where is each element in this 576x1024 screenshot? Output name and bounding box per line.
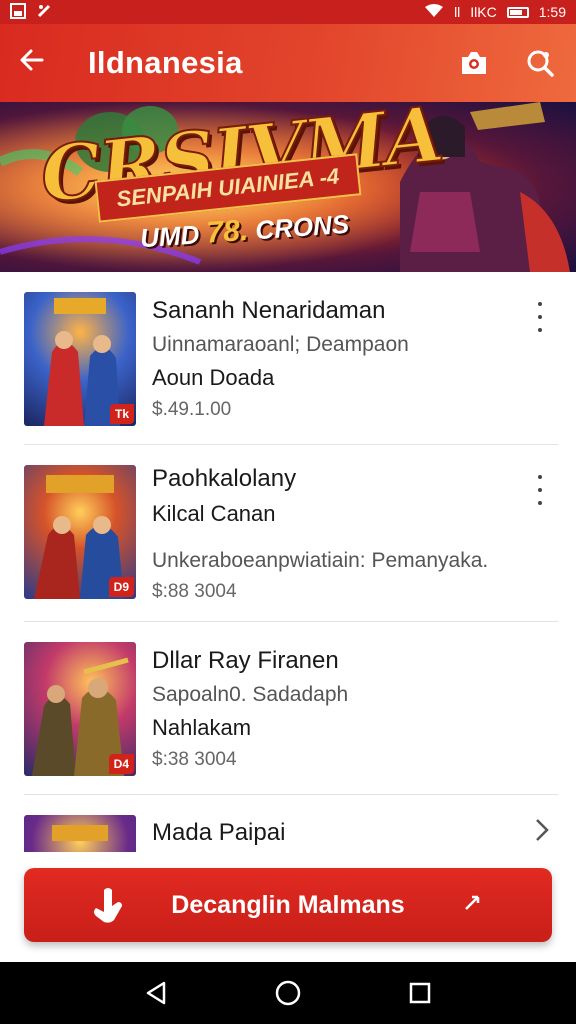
back-icon[interactable]: [136, 973, 176, 1013]
item-info: Dllar Ray Firanen Sapoaln0. Sadadaph Nah…: [152, 642, 558, 776]
camera-icon[interactable]: [456, 45, 492, 81]
image-notification-icon: [10, 2, 26, 22]
item-subtitle: Kilcal Canan: [152, 501, 276, 526]
game-thumbnail: [24, 815, 136, 852]
list-item[interactable]: Mada Paipai: [24, 795, 558, 852]
back-arrow-icon[interactable]: [18, 46, 58, 80]
navigation-bar: [0, 962, 576, 1024]
item-subtitle: Sapoaln0. Sadadaph: [152, 683, 349, 706]
list-item[interactable]: Tk Sananh Nenaridaman Uinnamaraoanl; Dea…: [24, 272, 558, 445]
promo-banner[interactable]: CRSIVMA SENPAIH UIAINIEA -4 UMD 78. CRON…: [0, 102, 576, 272]
banner-tag-prefix: UMD: [139, 219, 201, 254]
banner-tag-number: 78.: [205, 213, 250, 250]
item-price: $.49.1.00: [152, 399, 232, 420]
recents-icon[interactable]: [400, 973, 440, 1013]
search-person-icon[interactable]: [522, 45, 558, 81]
item-info: Mada Paipai: [152, 815, 558, 852]
battery-icon: [506, 6, 529, 18]
banner-tag-suffix: CRONS: [254, 208, 351, 246]
thumbnail-badge: D4: [108, 754, 134, 774]
item-name: Sananh Nenaridaman: [152, 297, 386, 324]
more-options-icon[interactable]: [532, 475, 548, 505]
status-bar: ll IlKC 1:59: [0, 0, 576, 24]
more-options-icon[interactable]: [532, 302, 548, 332]
chevron-right-icon[interactable]: [534, 817, 550, 850]
list-item[interactable]: D4 Dllar Ray Firanen Sapoaln0. Sadadaph …: [24, 622, 558, 795]
download-button[interactable]: Decanglin Malmans: [24, 868, 552, 942]
status-right: ll IlKC 1:59: [424, 3, 566, 21]
wifi-icon: [424, 3, 444, 21]
item-name: Mada Paipai: [152, 819, 286, 846]
game-list: Tk Sananh Nenaridaman Uinnamaraoanl; Dea…: [24, 272, 558, 852]
tool-notification-icon: [36, 3, 52, 22]
item-info: Sananh Nenaridaman Uinnamaraoanl; Deampa…: [152, 292, 558, 426]
game-thumbnail: D4: [24, 642, 136, 776]
signal-text: ll: [454, 4, 461, 20]
item-description: Unkeraboeanpwiatiain: Pemanyaka.: [152, 549, 489, 572]
game-thumbnail: Tk: [24, 292, 136, 426]
thumbnail-badge: D9: [108, 577, 134, 597]
home-icon[interactable]: [268, 973, 308, 1013]
status-left: [10, 2, 52, 22]
game-thumbnail: D9: [24, 465, 136, 599]
network-text: IlKC: [470, 4, 497, 20]
arrow-icon: [462, 892, 482, 920]
item-price: $:38 3004: [152, 749, 237, 770]
app-title: Ildnanesia: [88, 45, 243, 80]
app-bar-actions: [456, 45, 558, 81]
status-time: 1:59: [538, 4, 566, 20]
item-developer: Aoun Doada: [152, 365, 275, 390]
item-price: $:88 3004: [152, 581, 237, 602]
item-name: Dllar Ray Firanen: [152, 647, 339, 674]
thumbnail-badge: Tk: [109, 404, 134, 424]
item-info: Paohkalolany Kilcal Canan Unkeraboeanpwi…: [152, 465, 558, 603]
app-bar: Ildnanesia: [0, 24, 576, 102]
item-subtitle: Uinnamaraoanl; Deampaon: [152, 333, 409, 356]
list-item[interactable]: D9 Paohkalolany Kilcal Canan Unkeraboean…: [24, 445, 558, 622]
item-name: Paohkalolany: [152, 465, 297, 492]
item-developer: Nahlakam: [152, 715, 252, 740]
